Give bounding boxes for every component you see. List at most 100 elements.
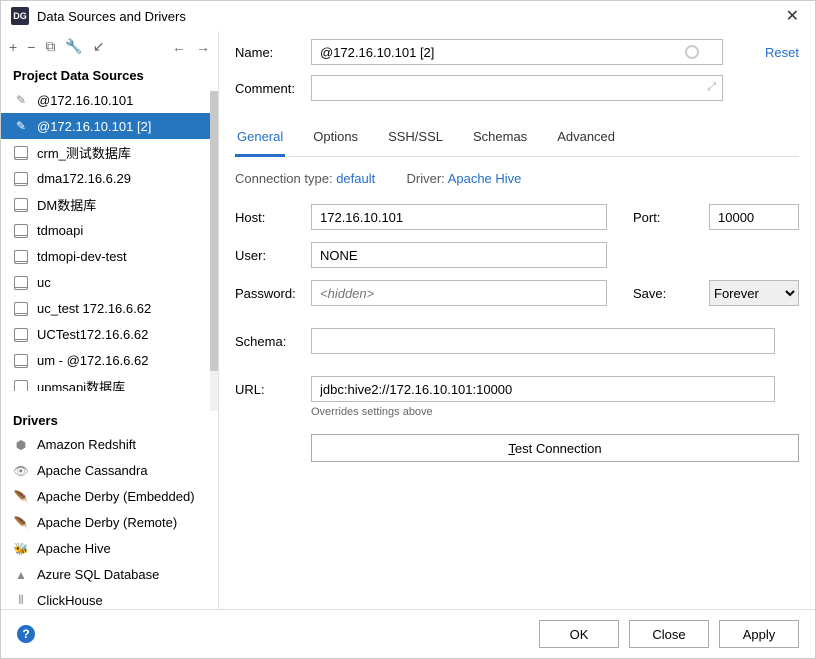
name-input[interactable]: [311, 39, 723, 65]
driver-icon: 🪶: [13, 516, 29, 530]
color-ring-icon[interactable]: [685, 45, 699, 59]
sidebar-item-label: @172.16.10.101 [2]: [37, 119, 151, 134]
url-label: URL:: [235, 382, 311, 397]
password-input[interactable]: [311, 280, 607, 306]
driver-icon: ⦀: [13, 594, 29, 608]
database-icon: [13, 249, 29, 263]
reset-link[interactable]: Reset: [739, 45, 799, 60]
driver-link[interactable]: Apache Hive: [448, 171, 522, 186]
sidebar-item-label: upmsapi数据库: [37, 377, 125, 391]
tab-options[interactable]: Options: [311, 123, 360, 156]
copy-icon[interactable]: ⧉: [45, 38, 55, 55]
database-icon: [13, 327, 29, 341]
sidebar-item-driver[interactable]: ⬢Amazon Redshift: [1, 432, 218, 458]
driver-icon: 🐝: [13, 542, 29, 556]
tab-schemas[interactable]: Schemas: [471, 123, 529, 156]
port-label: Port:: [633, 210, 709, 225]
connection-type-link[interactable]: default: [336, 171, 375, 186]
drivers-header: Drivers: [1, 407, 218, 432]
sidebar-item-label: Azure SQL Database: [37, 567, 159, 582]
expand-icon[interactable]: ⤢: [707, 81, 716, 94]
user-input[interactable]: [311, 242, 607, 268]
tab-advanced[interactable]: Advanced: [555, 123, 617, 156]
sidebar-item-datasource[interactable]: DM数据库: [1, 191, 218, 217]
tab-sshssl[interactable]: SSH/SSL: [386, 123, 445, 156]
sidebar-item-driver[interactable]: 🐝 Apache Hive: [1, 536, 218, 562]
database-icon: [13, 275, 29, 289]
database-icon: [13, 353, 29, 367]
sidebar-item-datasource[interactable]: UCTest172.16.6.62: [1, 321, 218, 347]
tabs: General Options SSH/SSL Schemas Advanced: [235, 123, 799, 157]
sidebar-item-datasource[interactable]: ✎@172.16.10.101 [2]: [1, 113, 218, 139]
add-icon[interactable]: +: [9, 39, 17, 55]
name-label: Name:: [235, 45, 311, 60]
close-icon[interactable]: ✕: [780, 6, 805, 26]
app-icon: DG: [11, 7, 29, 25]
save-select[interactable]: Forever: [709, 280, 799, 306]
wrench-icon[interactable]: 🔧: [65, 38, 82, 55]
footer: ? OK Close Apply: [1, 609, 815, 658]
sidebar-item-driver[interactable]: 🪶 Apache Derby (Remote): [1, 510, 218, 536]
help-icon[interactable]: ?: [17, 625, 35, 643]
sidebar-item-datasource[interactable]: ✎ @172.16.10.101: [1, 87, 218, 113]
sidebar-item-driver[interactable]: 🪶 Apache Derby (Embedded): [1, 484, 218, 510]
port-input[interactable]: [709, 204, 799, 230]
schema-input[interactable]: [311, 328, 775, 354]
remove-icon[interactable]: −: [27, 39, 35, 55]
sidebar-item-label: @172.16.10.101: [37, 93, 133, 108]
test-connection-button[interactable]: Test Connection: [311, 434, 799, 462]
apply-button[interactable]: Apply: [719, 620, 799, 648]
database-icon: [13, 301, 29, 315]
url-note: Overrides settings above: [311, 406, 799, 418]
driver-icon: 👁: [13, 464, 29, 478]
sidebar-item-datasource[interactable]: tdmopi-dev-test: [1, 243, 218, 269]
sidebar-item-driver[interactable]: 👁 Apache Cassandra: [1, 458, 218, 484]
sidebar-item-label: uc_test 172.16.6.62: [37, 301, 151, 316]
comment-label: Comment:: [235, 81, 311, 96]
sidebar-item-label: Apache Derby (Embedded): [37, 489, 195, 504]
sidebar-item-datasource[interactable]: uc_test 172.16.6.62: [1, 295, 218, 321]
tab-general[interactable]: General: [235, 123, 285, 157]
sidebar-item-datasource[interactable]: dma172.16.6.29: [1, 165, 218, 191]
password-label: Password:: [235, 286, 311, 301]
host-input[interactable]: [311, 204, 607, 230]
datasources-list: ✎ @172.16.10.101 ✎@172.16.10.101 [2] crm_测试…: [1, 87, 218, 391]
sidebar-item-label: um - @172.16.6.62: [37, 353, 148, 368]
ok-button[interactable]: OK: [539, 620, 619, 648]
back-icon[interactable]: ←: [172, 39, 186, 55]
sidebar-item-label: UCTest172.16.6.62: [37, 327, 148, 342]
pencil-icon: ✎: [13, 93, 29, 107]
url-input[interactable]: [311, 376, 775, 402]
sidebar-item-datasource[interactable]: uc: [1, 269, 218, 295]
database-icon: [13, 379, 29, 391]
driver-icon: ▲: [13, 568, 29, 582]
save-label: Save:: [633, 286, 709, 301]
content-panel: Name: Reset Comment: ⤢ General Options SSH…: [219, 31, 815, 609]
sidebar-item-label: Apache Hive: [37, 541, 111, 556]
database-icon: [13, 197, 29, 211]
import-icon[interactable]: ↙: [93, 38, 105, 55]
sidebar-item-label: Amazon Redshift: [37, 437, 136, 452]
sidebar-item-label: Apache Derby (Remote): [37, 515, 177, 530]
scrollbar[interactable]: [210, 91, 218, 411]
close-button[interactable]: Close: [629, 620, 709, 648]
forward-icon[interactable]: →: [196, 39, 210, 55]
schema-label: Schema:: [235, 334, 311, 349]
sidebar-item-driver[interactable]: ⦀ ClickHouse: [1, 588, 218, 609]
sidebar-item-datasource[interactable]: um - @172.16.6.62: [1, 347, 218, 373]
sidebar-item-label: Apache Cassandra: [37, 463, 148, 478]
sidebar-item-label: ClickHouse: [37, 593, 103, 608]
sidebar-item-driver[interactable]: ▲ Azure SQL Database: [1, 562, 218, 588]
comment-input[interactable]: ⤢: [311, 75, 723, 101]
sidebar-item-datasource[interactable]: crm_测试数据库: [1, 139, 218, 165]
database-icon: [13, 171, 29, 185]
sidebar-item-datasource[interactable]: tdmoapi: [1, 217, 218, 243]
sidebar-item-label: crm_测试数据库: [37, 143, 131, 162]
titlebar: DG Data Sources and Drivers ✕: [1, 1, 815, 31]
sidebar-item-label: uc: [37, 275, 51, 290]
sidebar-item-label: dma172.16.6.29: [37, 171, 131, 186]
sidebar-item-datasource[interactable]: upmsapi数据库: [1, 373, 218, 391]
driver-icon: 🪶: [13, 490, 29, 504]
sidebar-item-label: tdmoapi: [37, 223, 83, 238]
datasources-header: Project Data Sources: [1, 62, 218, 87]
